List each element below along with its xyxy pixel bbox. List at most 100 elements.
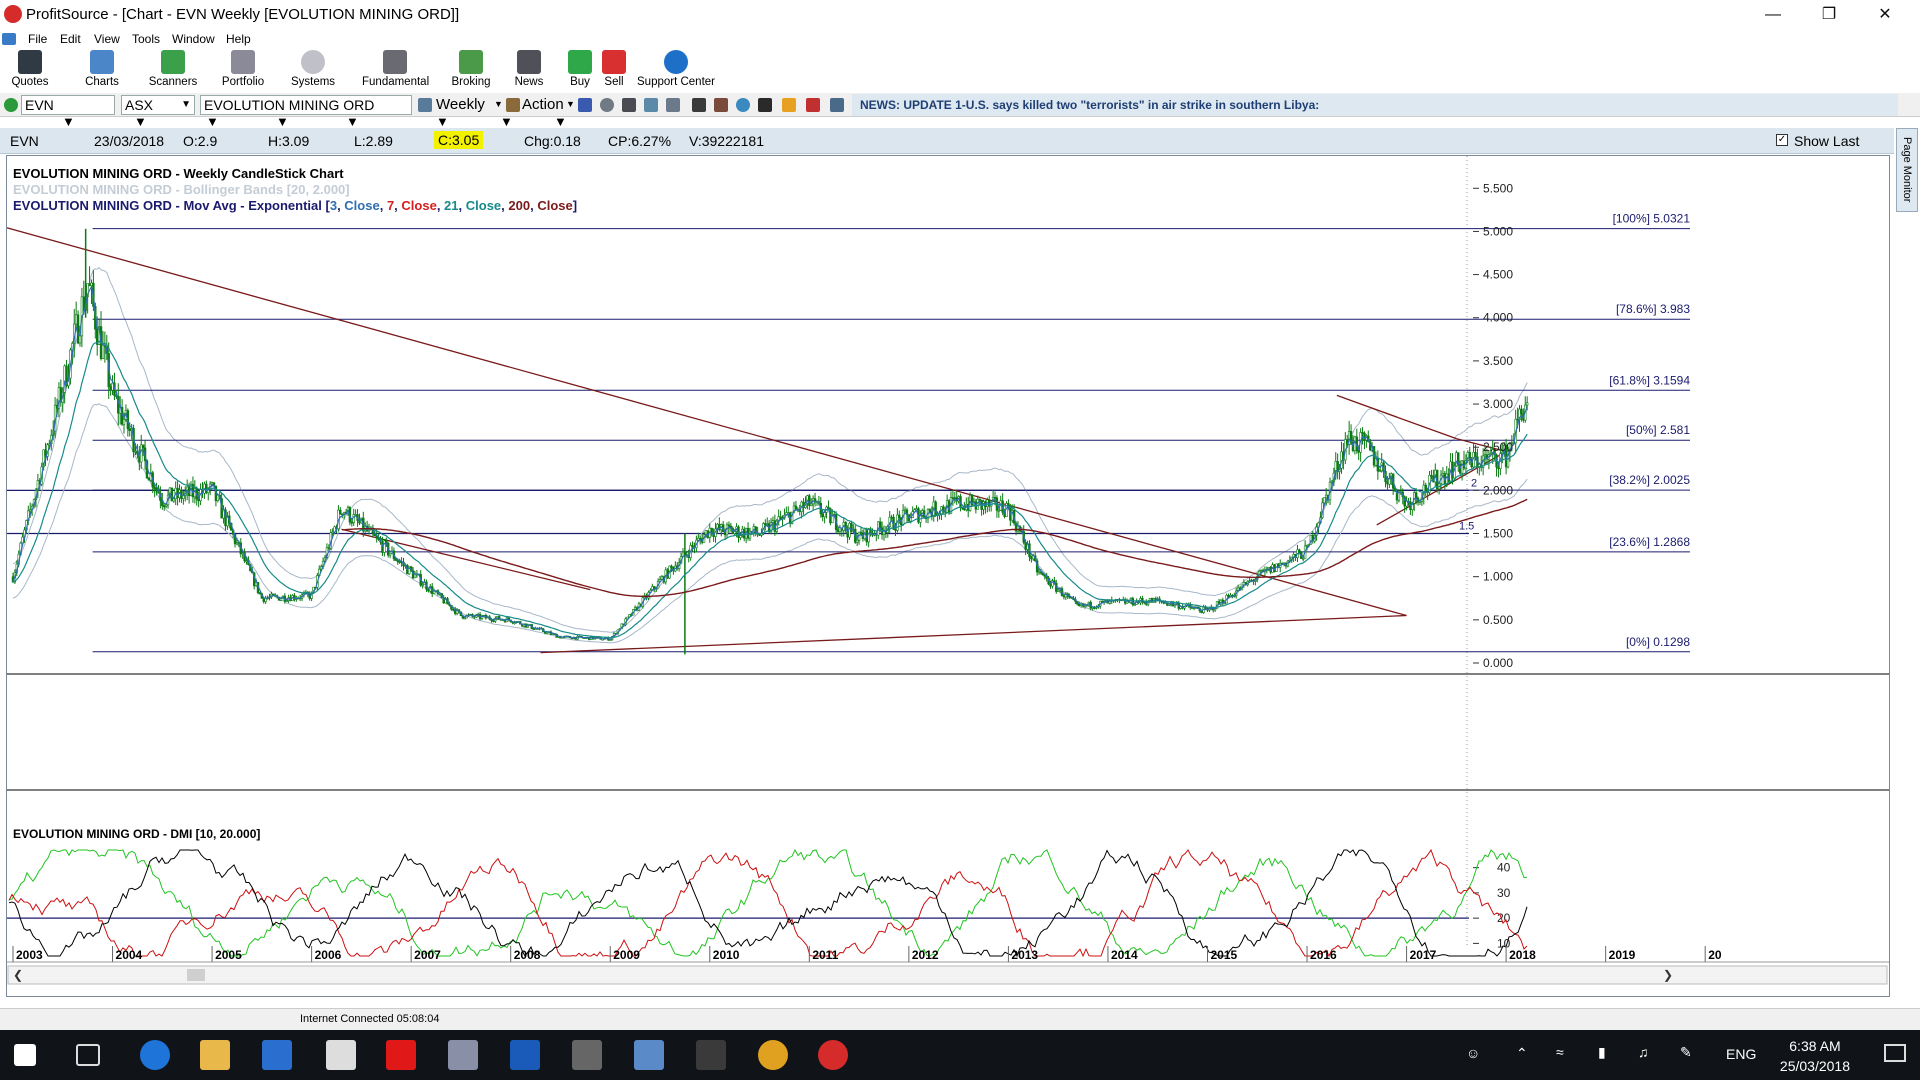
minimize-button[interactable]: —	[1750, 0, 1796, 30]
profitsource-taskbar-icon[interactable]	[818, 1040, 848, 1070]
app-k-icon[interactable]	[386, 1040, 416, 1070]
candle-body	[128, 428, 131, 431]
ma-legend-part: 7	[387, 198, 394, 213]
candle-body	[109, 386, 112, 391]
news-ticker[interactable]: NEWS: UPDATE 1-U.S. says killed two "ter…	[852, 94, 1898, 116]
security-shield-icon[interactable]	[510, 1040, 540, 1070]
candle-body	[432, 590, 436, 594]
exchange-value: ASX	[125, 97, 154, 113]
candle-body	[155, 488, 158, 490]
candle-body	[78, 335, 82, 344]
candle-body	[398, 561, 401, 563]
show-last-checkbox[interactable]: ✓	[1776, 134, 1788, 146]
store-icon[interactable]	[262, 1040, 292, 1070]
dmi-title: EVOLUTION MINING ORD - DMI [10, 20.000]	[13, 827, 260, 841]
ma-legend-part: ,	[501, 198, 508, 213]
horizontal-scrollbar[interactable]	[7, 965, 1888, 985]
notifications-icon[interactable]	[1884, 1044, 1906, 1062]
period-select[interactable]: Weekly	[436, 96, 485, 113]
horizontal-level-label: 1.5	[1459, 521, 1474, 533]
go-icon[interactable]	[4, 98, 18, 112]
exchange-select[interactable]: ASX ▼	[121, 95, 195, 115]
pen-icon[interactable]: ✎	[1680, 1044, 1692, 1061]
charts-button[interactable]: Charts	[80, 50, 124, 92]
clock[interactable]: 6:38 AM 25/03/2018	[1780, 1036, 1850, 1076]
action-menu[interactable]: Action	[522, 96, 564, 113]
portfolio-button[interactable]: Portfolio	[218, 50, 268, 92]
battery-icon[interactable]: ▮	[1598, 1044, 1606, 1061]
maximize-button[interactable]: ❐	[1806, 0, 1852, 30]
symbol-code-input[interactable]: EVN	[21, 95, 115, 115]
support-center-button[interactable]: Support Center	[636, 50, 716, 92]
app-go-icon[interactable]	[696, 1040, 726, 1070]
menu-window[interactable]: Window	[172, 32, 215, 46]
menu-bar: File Edit View Tools Window Help –⧉✕	[0, 30, 1920, 75]
ma-legend-part: ,	[530, 198, 537, 213]
tray-chevron-icon[interactable]: ⌃	[1516, 1045, 1528, 1062]
candle-body	[1424, 484, 1427, 492]
volume-icon[interactable]: ♫	[1638, 1044, 1649, 1060]
page-monitor-tab[interactable]: Page Monitor	[1896, 128, 1918, 212]
buy-button[interactable]: Buy	[566, 50, 594, 92]
candle-body	[953, 497, 957, 499]
start-icon[interactable]	[14, 1044, 36, 1066]
save-icon[interactable]	[578, 98, 592, 112]
security-name-field[interactable]: EVOLUTION MINING ORD	[200, 95, 412, 115]
year-label: 2019	[1609, 948, 1636, 962]
menu-view[interactable]: View	[94, 32, 120, 46]
indicator-icon[interactable]	[714, 98, 728, 112]
tools-icon[interactable]	[692, 98, 706, 112]
chart-svg[interactable]: 21.5 [100%] 5.0321[78.6%] 3.983[61.8%] 3…	[0, 156, 1889, 996]
close-button[interactable]: ✕	[1862, 0, 1908, 30]
menu-edit[interactable]: Edit	[60, 32, 81, 46]
calculator-icon[interactable]	[326, 1040, 356, 1070]
candle-body	[388, 553, 392, 556]
alert-icon[interactable]	[806, 98, 820, 112]
fib-level-label: [78.6%] 3.983	[1616, 302, 1690, 316]
language-indicator[interactable]: ENG	[1726, 1046, 1756, 1062]
scanners-button[interactable]: Scanners	[148, 50, 198, 92]
news-button[interactable]: News	[512, 50, 546, 92]
network-icon[interactable]: ≈	[1556, 1044, 1564, 1060]
action-dropdown-icon[interactable]: ▼	[566, 99, 575, 109]
news-feed-icon[interactable]	[830, 98, 844, 112]
star-icon[interactable]	[782, 98, 796, 112]
sell-button[interactable]: Sell	[600, 50, 628, 92]
edge-icon[interactable]	[140, 1040, 170, 1070]
candle-body	[1037, 571, 1041, 574]
app-tool-icon[interactable]	[448, 1040, 478, 1070]
chart-panel: 2 1.5 [100%] 5.0321 [78.6%] 3.983 [61.8%] 3…	[0, 155, 1890, 997]
menu-tools[interactable]: Tools	[132, 32, 160, 46]
quotes-button[interactable]: Quotes	[8, 50, 52, 92]
candle-body	[909, 517, 912, 522]
help-icon	[664, 50, 688, 74]
task-view-icon[interactable]	[76, 1044, 100, 1066]
print-icon[interactable]	[622, 98, 636, 112]
camera-icon[interactable]	[572, 1040, 602, 1070]
menu-file[interactable]: File	[28, 32, 47, 46]
moving-average-legend: EVOLUTION MINING ORD - Mov Avg - Exponen…	[13, 198, 577, 213]
app-window-icon[interactable]	[634, 1040, 664, 1070]
period-dropdown-icon[interactable]: ▼	[494, 99, 503, 109]
idea-icon[interactable]	[736, 98, 750, 112]
draw-tool-icon[interactable]	[758, 98, 772, 112]
price-tick-label: 4.500	[1483, 268, 1513, 282]
chrome-icon[interactable]	[758, 1040, 788, 1070]
candle-body	[691, 545, 694, 547]
candle-body	[928, 509, 932, 513]
menu-help[interactable]: Help	[226, 32, 251, 46]
people-icon[interactable]: ☺	[1466, 1045, 1480, 1061]
fib-level-label: [61.8%] 3.1594	[1609, 373, 1690, 387]
scroll-right-arrow-icon[interactable]: ❯	[1663, 968, 1673, 982]
file-explorer-icon[interactable]	[200, 1040, 230, 1070]
systems-button[interactable]: Systems	[290, 50, 336, 92]
refresh-icon[interactable]	[644, 98, 658, 112]
scroll-left-arrow-icon[interactable]: ❮	[13, 968, 23, 982]
broking-button[interactable]: Broking	[450, 50, 492, 92]
candle-body	[903, 509, 907, 512]
year-label: 2018	[1509, 948, 1536, 962]
scrollbar-thumb[interactable]	[187, 969, 205, 981]
zoom-icon[interactable]	[600, 98, 614, 112]
copy-icon[interactable]	[666, 98, 680, 112]
fundamental-button[interactable]: Fundamental	[362, 50, 429, 92]
